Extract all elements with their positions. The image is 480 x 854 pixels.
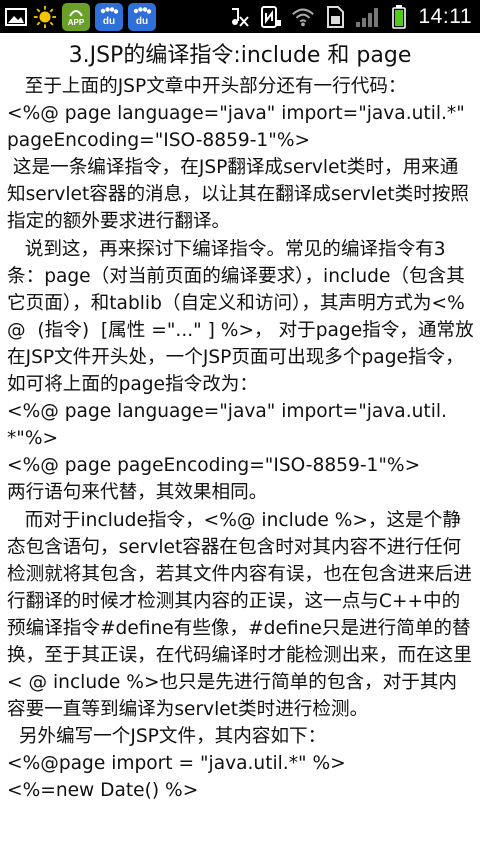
code-line: <%@ page language="java" import="java.ut…: [7, 103, 471, 152]
baidu-icon: du: [95, 2, 123, 31]
code-line: <%=new Date() %>: [7, 780, 199, 802]
paragraph: 而对于include指令，<%@ include %>，这是个静态包含语句，se…: [7, 509, 472, 721]
nfc-icon: [259, 5, 283, 29]
paragraph: 另外编写一个JSP文件，其内容如下：: [7, 726, 327, 748]
weather-sun-icon: [33, 5, 57, 29]
code-line: <%@page import = "java.util.*" %>: [7, 753, 346, 775]
wifi-icon: [291, 5, 315, 29]
gallery-icon: [4, 5, 28, 29]
battery-icon: [387, 4, 411, 29]
paragraph: 两行语句来代替，其效果相同。: [7, 482, 268, 504]
status-bar: APP du du 14:11: [0, 0, 480, 33]
code-line: <%@ page pageEncoding="ISO-8859-1"%>: [7, 455, 421, 477]
baidu-label: du: [135, 15, 149, 27]
article-title: 3.JSP的编译指令:include 和 page: [68, 43, 412, 68]
article-view[interactable]: 3.JSP的编译指令:include 和 page 至于上面的JSP文章中开头部…: [0, 33, 480, 854]
notification-area: APP du du: [0, 0, 156, 33]
paragraph: 至于上面的JSP文章中开头部分还有一行代码：: [7, 76, 407, 97]
article-body: 至于上面的JSP文章中开头部分还有一行代码： <%@ page language…: [7, 73, 475, 805]
system-status-area: 14:11: [227, 0, 480, 33]
app-store-icon: APP: [62, 2, 90, 31]
code-line: <%@ page language="java" import="java.ut…: [7, 401, 447, 450]
app-store-label: APP: [67, 18, 85, 27]
paragraph: 这是一条编译指令，在JSP翻译成servlet类时，用来通知servlet容器的…: [7, 157, 470, 233]
paragraph: 说到这，再来探讨下编译指令。常见的编译指令有3条：page（对当前页面的编译要求…: [7, 238, 474, 396]
baidu-label: du: [102, 15, 116, 27]
signal-icon: [355, 5, 379, 29]
sim-icon: [323, 5, 347, 29]
clock: 14:11: [418, 4, 472, 28]
headset-muted-icon: [227, 5, 251, 29]
baidu-icon: du: [128, 2, 156, 31]
